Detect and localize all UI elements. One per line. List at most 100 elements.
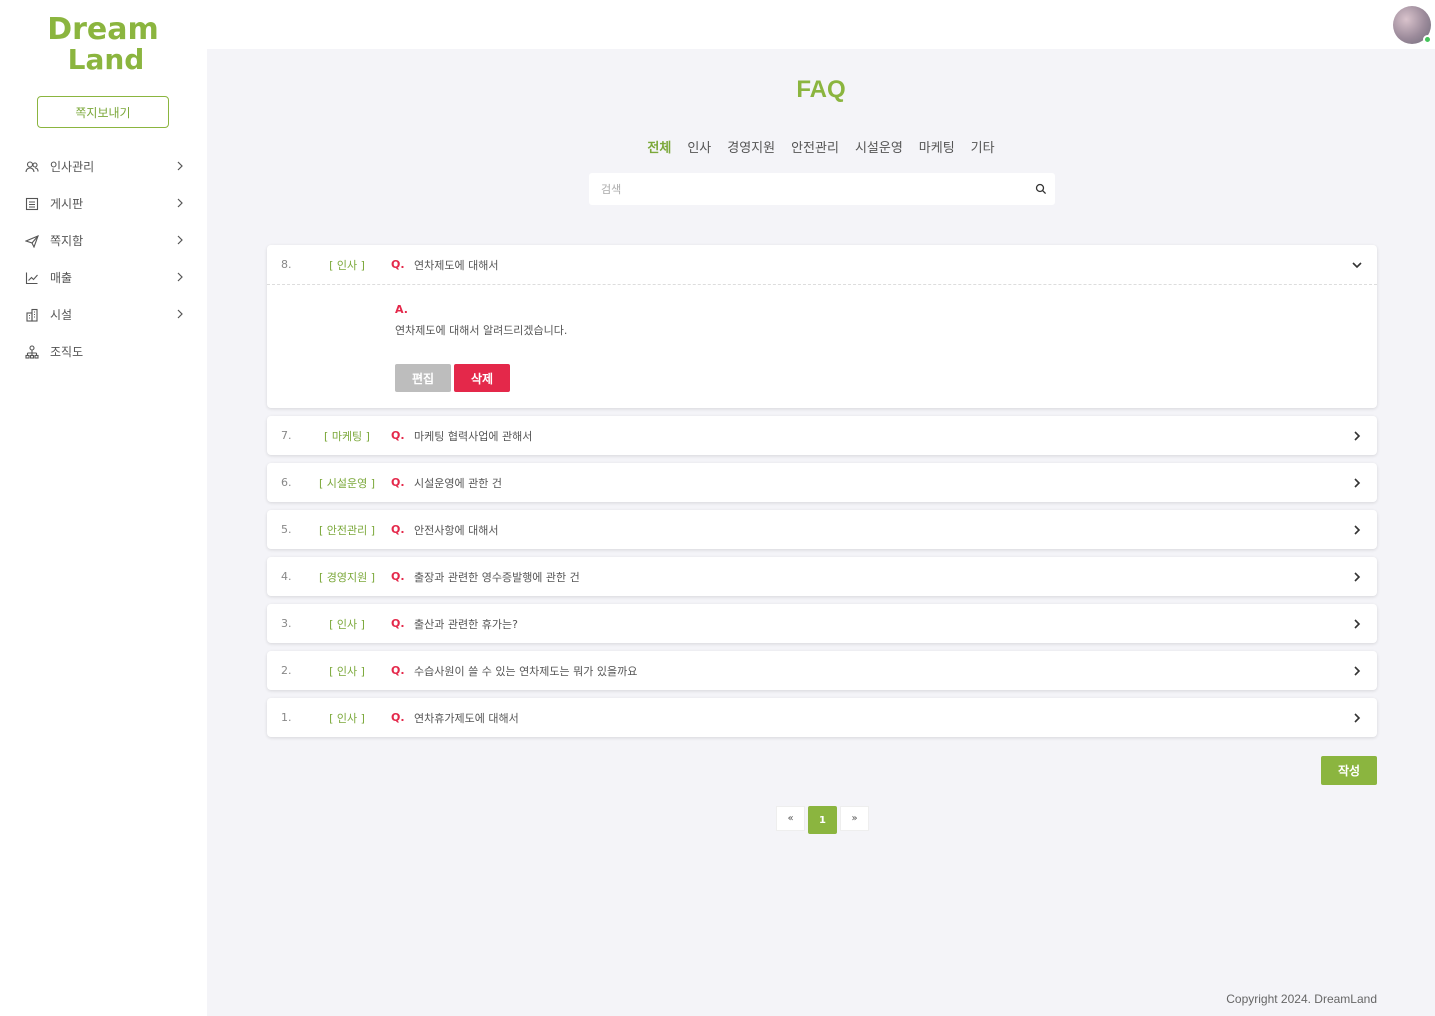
- chevron-right-icon[interactable]: [1351, 618, 1363, 630]
- tab-marketing[interactable]: 마케팅: [919, 137, 955, 156]
- faq-category: [ 인사 ]: [329, 711, 365, 725]
- chevron-right-icon[interactable]: [1351, 477, 1363, 489]
- faq-header[interactable]: 7. [ 마케팅 ] Q. 마케팅 협력사업에 관해서: [267, 416, 1377, 455]
- faq-number: 4.: [281, 570, 292, 583]
- prev-page-button[interactable]: «: [776, 806, 805, 831]
- faq-header[interactable]: 8. [ 인사 ] Q. 연차제도에 대해서: [267, 245, 1377, 284]
- faq-number: 8.: [281, 258, 292, 271]
- topbar: [207, 0, 1435, 49]
- question-marker: Q.: [391, 570, 405, 583]
- faq-header[interactable]: 4. [ 경영지원 ] Q. 출장과 관련한 영수증발행에 관한 건: [267, 557, 1377, 596]
- page-title: FAQ: [796, 76, 846, 103]
- faq-category: [ 인사 ]: [329, 664, 365, 678]
- chevron-right-icon[interactable]: [1351, 571, 1363, 583]
- sidebar-item-label: 인사관리: [50, 160, 95, 174]
- question-marker: Q.: [391, 258, 405, 271]
- faq-header[interactable]: 2. [ 인사 ] Q. 수습사원이 쓸 수 있는 연차제도는 뭐가 있을까요: [267, 651, 1377, 690]
- chevron-right-icon[interactable]: [1351, 712, 1363, 724]
- sidebar: Dream Land 쪽지보내기 인사관리 게시판 쪽지함 매출 시설 조직도: [0, 0, 207, 1016]
- chevron-right-icon[interactable]: [1351, 524, 1363, 536]
- search-bar: [589, 173, 1055, 205]
- faq-header[interactable]: 3. [ 인사 ] Q. 출산과 관련한 휴가는?: [267, 604, 1377, 643]
- faq-answer-panel: A. 연차제도에 대해서 알려드리겠습니다. 편집 삭제: [267, 284, 1377, 408]
- chevron-right-icon[interactable]: [1351, 665, 1363, 677]
- faq-question: 출산과 관련한 휴가는?: [414, 617, 518, 631]
- faq-category: [ 인사 ]: [329, 617, 365, 631]
- faq-number: 3.: [281, 617, 292, 630]
- faq-category: [ 시설운영 ]: [318, 476, 376, 490]
- sidebar-item-label: 시설: [50, 308, 73, 322]
- sidebar-item-hr[interactable]: 인사관리: [0, 148, 207, 185]
- chevron-right-icon: [177, 309, 183, 319]
- sidebar-item-messages[interactable]: 쪽지함: [0, 222, 207, 259]
- sidebar-item-label: 쪽지함: [50, 234, 84, 248]
- tab-other[interactable]: 기타: [971, 137, 995, 156]
- search-icon[interactable]: [1035, 183, 1047, 195]
- faq-header[interactable]: 5. [ 안전관리 ] Q. 안전사항에 대해서: [267, 510, 1377, 549]
- faq-item: 3. [ 인사 ] Q. 출산과 관련한 휴가는?: [267, 604, 1377, 643]
- chevron-down-icon[interactable]: [1351, 259, 1363, 271]
- faq-item: 6. [ 시설운영 ] Q. 시설운영에 관한 건: [267, 463, 1377, 502]
- faq-category: [ 경영지원 ]: [318, 570, 376, 584]
- sidebar-menu: 인사관리 게시판 쪽지함 매출 시설 조직도: [0, 148, 207, 370]
- copyright-text: Copyright 2024. DreamLand: [1226, 992, 1377, 1006]
- faq-question: 마케팅 협력사업에 관해서: [414, 429, 533, 443]
- chart-icon: [25, 272, 38, 284]
- question-marker: Q.: [391, 711, 405, 724]
- tab-management-support[interactable]: 경영지원: [727, 137, 775, 156]
- sidebar-item-label: 게시판: [50, 197, 84, 211]
- faq-item: 5. [ 안전관리 ] Q. 안전사항에 대해서: [267, 510, 1377, 549]
- faq-item: 2. [ 인사 ] Q. 수습사원이 쓸 수 있는 연차제도는 뭐가 있을까요: [267, 651, 1377, 690]
- online-status-dot: [1423, 35, 1432, 44]
- svg-text:Land: Land: [68, 43, 145, 72]
- tab-facility-operation[interactable]: 시설운영: [855, 137, 903, 156]
- next-page-button[interactable]: »: [840, 806, 869, 831]
- faq-number: 5.: [281, 523, 292, 536]
- faq-category: [ 인사 ]: [329, 258, 365, 272]
- faq-question: 시설운영에 관한 건: [414, 476, 502, 490]
- send-message-button[interactable]: 쪽지보내기: [37, 96, 169, 128]
- faq-question: 연차제도에 대해서: [414, 258, 499, 272]
- answer-marker: A.: [395, 303, 408, 316]
- faq-item: 8. [ 인사 ] Q. 연차제도에 대해서 A. 연차제도에 대해서 알려드리…: [267, 245, 1377, 408]
- faq-question: 안전사항에 대해서: [414, 523, 499, 537]
- board-icon: [25, 197, 39, 210]
- page-button-current[interactable]: 1: [808, 806, 837, 834]
- delete-button[interactable]: 삭제: [454, 364, 510, 392]
- write-button[interactable]: 작성: [1321, 756, 1377, 785]
- faq-item: 4. [ 경영지원 ] Q. 출장과 관련한 영수증발행에 관한 건: [267, 557, 1377, 596]
- pagination: « 1 »: [776, 806, 869, 834]
- sidebar-item-sales[interactable]: 매출: [0, 259, 207, 296]
- dreamland-logo[interactable]: Dream Land: [36, 12, 170, 72]
- category-tabs: 전체 인사 경영지원 안전관리 시설운영 마케팅 기타: [207, 137, 1435, 156]
- faq-item: 7. [ 마케팅 ] Q. 마케팅 협력사업에 관해서: [267, 416, 1377, 455]
- faq-number: 6.: [281, 476, 292, 489]
- send-icon: [25, 234, 39, 248]
- faq-header[interactable]: 1. [ 인사 ] Q. 연차휴가제도에 대해서: [267, 698, 1377, 737]
- sidebar-item-board[interactable]: 게시판: [0, 185, 207, 222]
- faq-number: 2.: [281, 664, 292, 677]
- question-marker: Q.: [391, 617, 405, 630]
- tab-hr[interactable]: 인사: [687, 137, 711, 156]
- users-icon: [25, 160, 39, 172]
- question-marker: Q.: [391, 429, 405, 442]
- faq-header[interactable]: 6. [ 시설운영 ] Q. 시설운영에 관한 건: [267, 463, 1377, 502]
- faq-question: 수습사원이 쓸 수 있는 연차제도는 뭐가 있을까요: [414, 664, 638, 678]
- search-input[interactable]: [589, 182, 1019, 196]
- tab-safety[interactable]: 안전관리: [791, 137, 839, 156]
- sidebar-item-label: 매출: [50, 271, 73, 285]
- tab-all[interactable]: 전체: [647, 137, 671, 156]
- faq-question: 연차휴가제도에 대해서: [414, 711, 519, 725]
- sidebar-item-facilities[interactable]: 시설: [0, 296, 207, 333]
- question-marker: Q.: [391, 476, 405, 489]
- faq-category: [ 마케팅 ]: [324, 429, 370, 443]
- chevron-right-icon[interactable]: [1351, 430, 1363, 442]
- edit-button[interactable]: 편집: [395, 364, 451, 392]
- chevron-right-icon: [177, 161, 183, 171]
- sidebar-item-orgchart[interactable]: 조직도: [0, 333, 207, 370]
- faq-question: 출장과 관련한 영수증발행에 관한 건: [414, 570, 580, 584]
- faq-list: 8. [ 인사 ] Q. 연차제도에 대해서 A. 연차제도에 대해서 알려드리…: [267, 245, 1377, 745]
- faq-number: 7.: [281, 429, 292, 442]
- chevron-right-icon: [177, 272, 183, 282]
- avatar[interactable]: [1393, 6, 1432, 44]
